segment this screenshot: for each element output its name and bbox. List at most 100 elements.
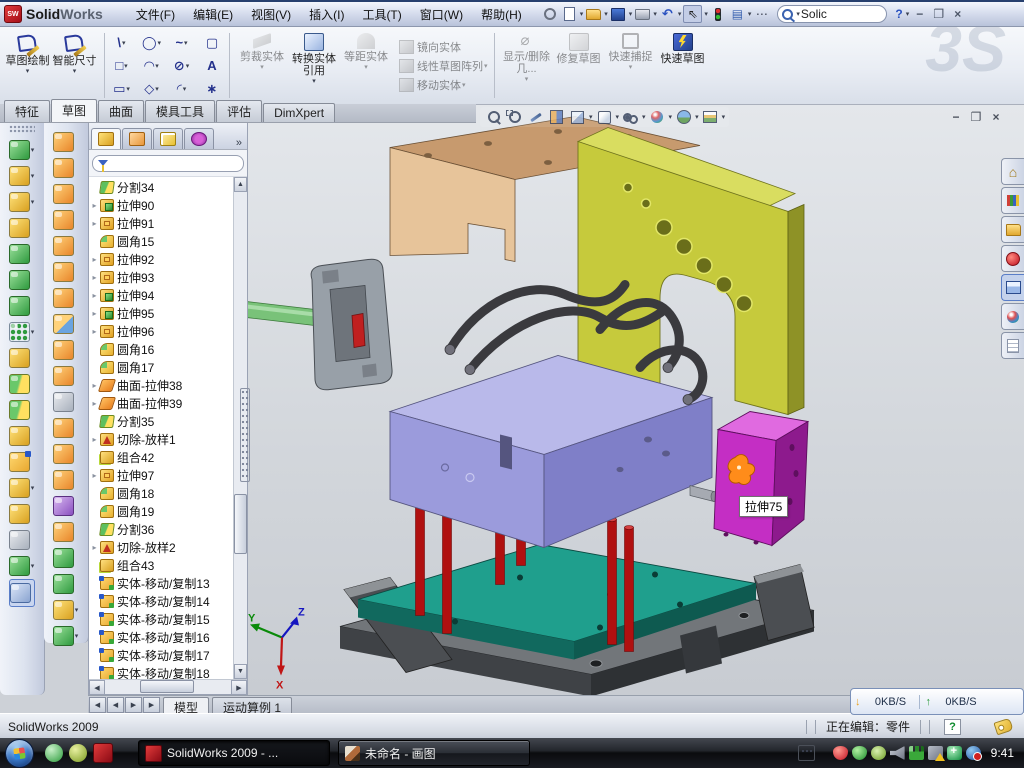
sketch-entity-button[interactable]: \▾ [107,31,137,54]
sketch-entity-button[interactable]: A▾ [197,54,227,77]
toolbar-button[interactable]: ▾ [9,163,36,189]
sketch-entity-button[interactable]: ▢▾ [197,31,227,54]
toolbar-icon[interactable] [729,6,746,22]
ribbon-big-button[interactable]: 智能尺寸 ▾ [51,29,98,103]
ribbon-command-button[interactable]: 等距实体 ▾ [340,28,392,103]
toolbar-button[interactable]: ▾ [53,337,80,363]
menu-item[interactable]: 视图(V) [242,3,300,26]
toolbar-button[interactable]: ▾ [53,545,80,571]
feature-tree-item[interactable]: 拉伸97 [89,466,233,484]
feature-tree-item[interactable]: 实体-移动/复制17 [89,646,233,664]
scene-icon[interactable] [674,109,693,126]
badge-icon[interactable] [871,746,886,760]
minimize-button[interactable]: − [911,7,928,22]
command-tab[interactable]: 模具工具 [145,100,215,122]
custom-properties-tab[interactable] [1001,332,1024,359]
toolbar-icon[interactable] [659,6,676,22]
ribbon-stack-button[interactable]: 线性草图阵列 ▾ [396,56,492,75]
design-library-tab[interactable] [1001,187,1024,214]
feature-tree-item[interactable]: 拉伸95 [89,304,233,322]
feature-tree-item[interactable]: 圆角15 [89,232,233,250]
toolbar-button[interactable]: ▾ [9,475,36,501]
toolbar-button[interactable]: ▾ [53,571,80,597]
toolbar-button[interactable]: ▾ [53,207,80,233]
sketch-entity-button[interactable]: ▭▾ [107,77,137,100]
help-button[interactable]: ? [895,7,902,21]
toolbar-button[interactable]: ▾ [9,527,36,553]
feature-tree-item[interactable]: 切除-放样2 [89,538,233,556]
toolbar-button[interactable]: ▾ [53,259,80,285]
feature-tree-item[interactable]: 分割34 [89,178,233,196]
ribbon-command-button[interactable]: 修复草图 ▾ [553,28,605,103]
doc-minimize-button[interactable]: − [946,109,966,124]
toolbar-button[interactable]: ▾ [9,345,36,371]
toolbar-icon[interactable] [610,6,627,22]
toolbar-button[interactable]: ▾ [9,371,36,397]
feature-tree-item[interactable]: 实体-移动/复制18 [89,664,233,679]
command-tab[interactable]: 评估 [216,100,262,122]
ribbon-stack-button[interactable]: 镜向实体 ▾ [396,37,492,56]
zoom-to-area-icon[interactable] [505,109,524,126]
menu-item[interactable]: 编辑(E) [184,3,242,26]
feature-tree-item[interactable]: 组合43 [89,556,233,574]
start-button[interactable] [5,739,34,768]
toolbar-icon[interactable] [683,5,702,23]
sketch-entity-button[interactable]: ⊘▾ [167,54,197,77]
solidworks-resources-tab[interactable] [1001,158,1024,185]
feature-tree-item[interactable]: 圆角17 [89,358,233,376]
network-speed-widget[interactable]: ↓ 0KB/S ↑ 0KB/S [850,688,1024,715]
toolbar-button[interactable]: ▾ [53,285,80,311]
toolbar-button[interactable]: ▾ [9,579,36,607]
feature-tree-item[interactable]: 拉伸92 [89,250,233,268]
sketch-entity-button[interactable]: □▾ [107,54,137,77]
messenger-icon[interactable] [45,744,63,762]
feature-tree-item[interactable]: 圆角19 [89,502,233,520]
view-palette-tab[interactable] [1001,274,1024,301]
toolbar-button[interactable]: ▾ [9,189,36,215]
toolbar-button[interactable]: ▾ [53,467,80,493]
rotate-view-icon[interactable] [526,109,545,126]
toolbar-button[interactable]: ▾ [53,311,80,337]
volume-icon[interactable] [890,746,905,760]
motion-nav-button[interactable]: ◀ [107,697,124,713]
view-orientation-icon[interactable] [568,109,587,126]
ribbon-command-button[interactable]: 转换实体引用 ▾ [288,28,340,103]
sketch-entity-button[interactable]: ◯▾ [137,31,167,54]
menu-item[interactable]: 插入(I) [300,3,353,26]
toolbar-button[interactable]: ▾ [9,241,36,267]
feature-manager-tab[interactable] [91,128,121,149]
toolbar-icon[interactable] [542,6,559,22]
toolbar-icon[interactable] [561,6,578,22]
sketch-entity-button[interactable]: ~▾ [167,31,197,54]
scroll-down-button[interactable]: ▼ [234,664,247,679]
tree-horizontal-scrollbar[interactable]: ◀ ▶ [89,679,247,694]
sketch-entity-button[interactable]: ◠▾ [137,54,167,77]
file-explorer-tab[interactable] [1001,216,1024,243]
cavity-block-body[interactable] [390,356,717,548]
health-shield-icon[interactable] [947,746,962,760]
feature-tree-item[interactable]: 圆角18 [89,484,233,502]
command-tab[interactable]: 特征 [4,100,50,122]
sketch-entity-button[interactable]: ◇▾ [137,77,167,100]
network-icon[interactable] [909,746,924,760]
command-tab[interactable]: 曲面 [98,100,144,122]
feature-tree-item[interactable]: 拉伸94 [89,286,233,304]
insert-block-body[interactable] [714,412,808,546]
zoom-to-fit-icon[interactable] [484,109,503,126]
feature-tree-item[interactable]: 拉伸91 [89,214,233,232]
menu-item[interactable]: 帮助(H) [472,3,531,26]
scroll-right-button[interactable]: ▶ [231,680,247,695]
antivirus-icon[interactable] [833,746,848,760]
scroll-up-button[interactable]: ▲ [234,177,247,192]
toolbar-button[interactable]: ▾ [53,233,80,259]
toolbar-button[interactable]: ▾ [9,293,36,319]
toolbar-button[interactable]: ▾ [53,597,80,623]
close-button[interactable]: × [949,7,966,22]
taskbar-window-button[interactable]: SolidWorks 2009 - ... [138,740,330,766]
appearances-tab[interactable] [1001,303,1024,330]
feature-tree-item[interactable]: 切除-放样1 [89,430,233,448]
toolbar-button[interactable]: ▾ [53,415,80,441]
toolbar-button[interactable]: ▾ [9,553,36,579]
security-shield-icon[interactable] [852,746,867,760]
feature-tree-item[interactable]: 拉伸93 [89,268,233,286]
